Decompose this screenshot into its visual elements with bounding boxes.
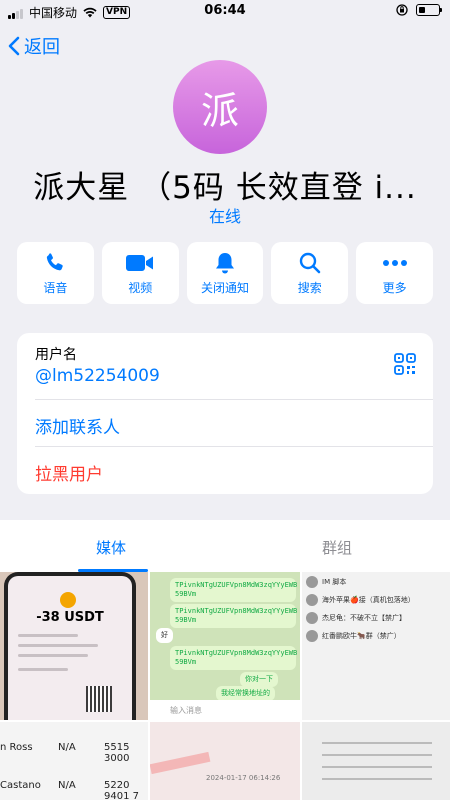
table-text: N/A [58, 780, 76, 791]
video-call-button[interactable]: 视频 [101, 242, 179, 304]
text-line [18, 644, 98, 647]
coin-icon [60, 592, 76, 608]
list-item: 红番鹏欧牛🐂群（禁广） [306, 630, 401, 642]
back-label: 返回 [24, 37, 60, 58]
list-item: 海外苹果🍎接（真机包落地） [306, 594, 415, 606]
chat-bubble: TPivnkNTgUZUFVpn8MdW3zqYYyEWB 59BVm [170, 646, 297, 670]
media-thumbnail[interactable] [302, 722, 450, 800]
online-status: 在线 [208, 207, 241, 226]
mute-notifications-label: 关闭通知 [200, 281, 249, 295]
chat-bubble: 我经常换地址的 [216, 686, 275, 701]
mute-notifications-button[interactable]: 关闭通知 [186, 242, 264, 304]
status-bar: 中国移动 VPN 06:44 [0, 0, 450, 24]
transfer-amount: -38 USDT [36, 610, 104, 625]
phone-icon [43, 250, 67, 276]
status-right [396, 4, 442, 16]
block-user-button[interactable]: 拉黑用户 [35, 460, 103, 485]
media-grid: -38 USDT TPivnkNTgUZUFVpn8MdW3zqYYyEWB 5… [0, 572, 450, 800]
media-thumbnail[interactable]: TPivnkNTgUZUFVpn8MdW3zqYYyEWB 59BVm TPiv… [150, 572, 300, 720]
list-item: 杰尼龟：不破不立【禁广】 [306, 612, 406, 624]
search-button[interactable]: 搜索 [271, 242, 349, 304]
avatar [306, 594, 318, 606]
chevron-left-icon [8, 36, 20, 56]
text-line [322, 778, 432, 780]
avatar [306, 630, 318, 642]
qr-image [86, 686, 112, 712]
search-icon [298, 250, 322, 276]
table-text: N/A [58, 742, 76, 753]
media-thumbnail[interactable]: -38 USDT [0, 572, 148, 720]
text-line [322, 766, 432, 768]
more-button[interactable]: 更多 [356, 242, 433, 304]
qr-code-icon[interactable] [394, 353, 416, 375]
table-text: 5220 9401 7 [104, 780, 139, 800]
text-line [322, 754, 432, 756]
list-item-label: 红番鹏欧牛🐂群（禁广） [322, 632, 401, 640]
tab-groups[interactable]: 群组 [322, 537, 352, 558]
chat-bubble: 好 [156, 628, 173, 643]
status-time: 06:44 [204, 3, 246, 18]
orientation-lock-icon [396, 4, 408, 16]
chat-bubble: 你对一下 [240, 672, 278, 687]
list-item-label: IM 脚本 [322, 578, 347, 586]
avatar [306, 576, 318, 588]
media-thumbnail[interactable]: 2024-01-17 06:14:26 [150, 722, 300, 800]
chat-bubble: TPivnkNTgUZUFVpn8MdW3zqYYyEWB 59BVm [170, 604, 297, 628]
chat-bubble: TPivnkNTgUZUFVpn8MdW3zqYYyEWB 59BVm [170, 578, 297, 602]
video-call-label: 视频 [128, 281, 153, 295]
avatar[interactable]: 派 [173, 60, 267, 154]
add-contact-button[interactable]: 添加联系人 [35, 413, 120, 438]
table-text: 5515 3000 [104, 742, 130, 764]
action-bar: 语音 视频 关闭通知 搜索 更多 [17, 242, 433, 304]
list-item-label: 杰尼龟：不破不立【禁广】 [322, 614, 406, 622]
text-line [18, 668, 68, 671]
bell-icon [214, 250, 236, 276]
more-label: 更多 [382, 281, 407, 295]
username-value[interactable]: @lm52254009 [35, 366, 160, 386]
table-text: Castano [0, 780, 41, 791]
stamp-mark [150, 751, 211, 775]
media-thumbnail[interactable]: n Ross N/A 5515 3000 Castano N/A 5220 94… [0, 722, 148, 800]
timestamp-text: 2024-01-17 06:14:26 [206, 774, 281, 782]
list-item-label: 海外苹果🍎接（真机包落地） [322, 596, 415, 604]
avatar [306, 612, 318, 624]
back-button[interactable]: 返回 [8, 33, 60, 59]
username-label: 用户名 [35, 347, 77, 363]
text-line [322, 742, 432, 744]
profile-name: 派大星 （5码 长效直登 i... [33, 170, 417, 206]
voice-call-button[interactable]: 语音 [17, 242, 94, 304]
chat-input: 输入消息 [150, 700, 300, 720]
video-camera-icon [125, 250, 155, 276]
divider [35, 446, 433, 447]
info-card: 用户名 @lm52254009 添加联系人 拉黑用户 [17, 333, 433, 494]
more-dots-icon [382, 250, 408, 276]
text-line [18, 654, 88, 657]
table-text: n Ross [0, 742, 33, 753]
list-item: IM 脚本 [306, 576, 346, 588]
media-tabs: 媒体 群组 [0, 520, 450, 572]
tab-media[interactable]: 媒体 [96, 537, 126, 558]
battery-icon [416, 4, 442, 16]
text-line [18, 634, 78, 637]
voice-call-label: 语音 [43, 281, 68, 295]
phone-screenshot: -38 USDT [4, 572, 136, 720]
divider [35, 399, 433, 400]
media-thumbnail[interactable]: IM 脚本 海外苹果🍎接（真机包落地） 杰尼龟：不破不立【禁广】 红番鹏欧牛🐂群… [302, 572, 450, 720]
search-label: 搜索 [297, 281, 322, 295]
